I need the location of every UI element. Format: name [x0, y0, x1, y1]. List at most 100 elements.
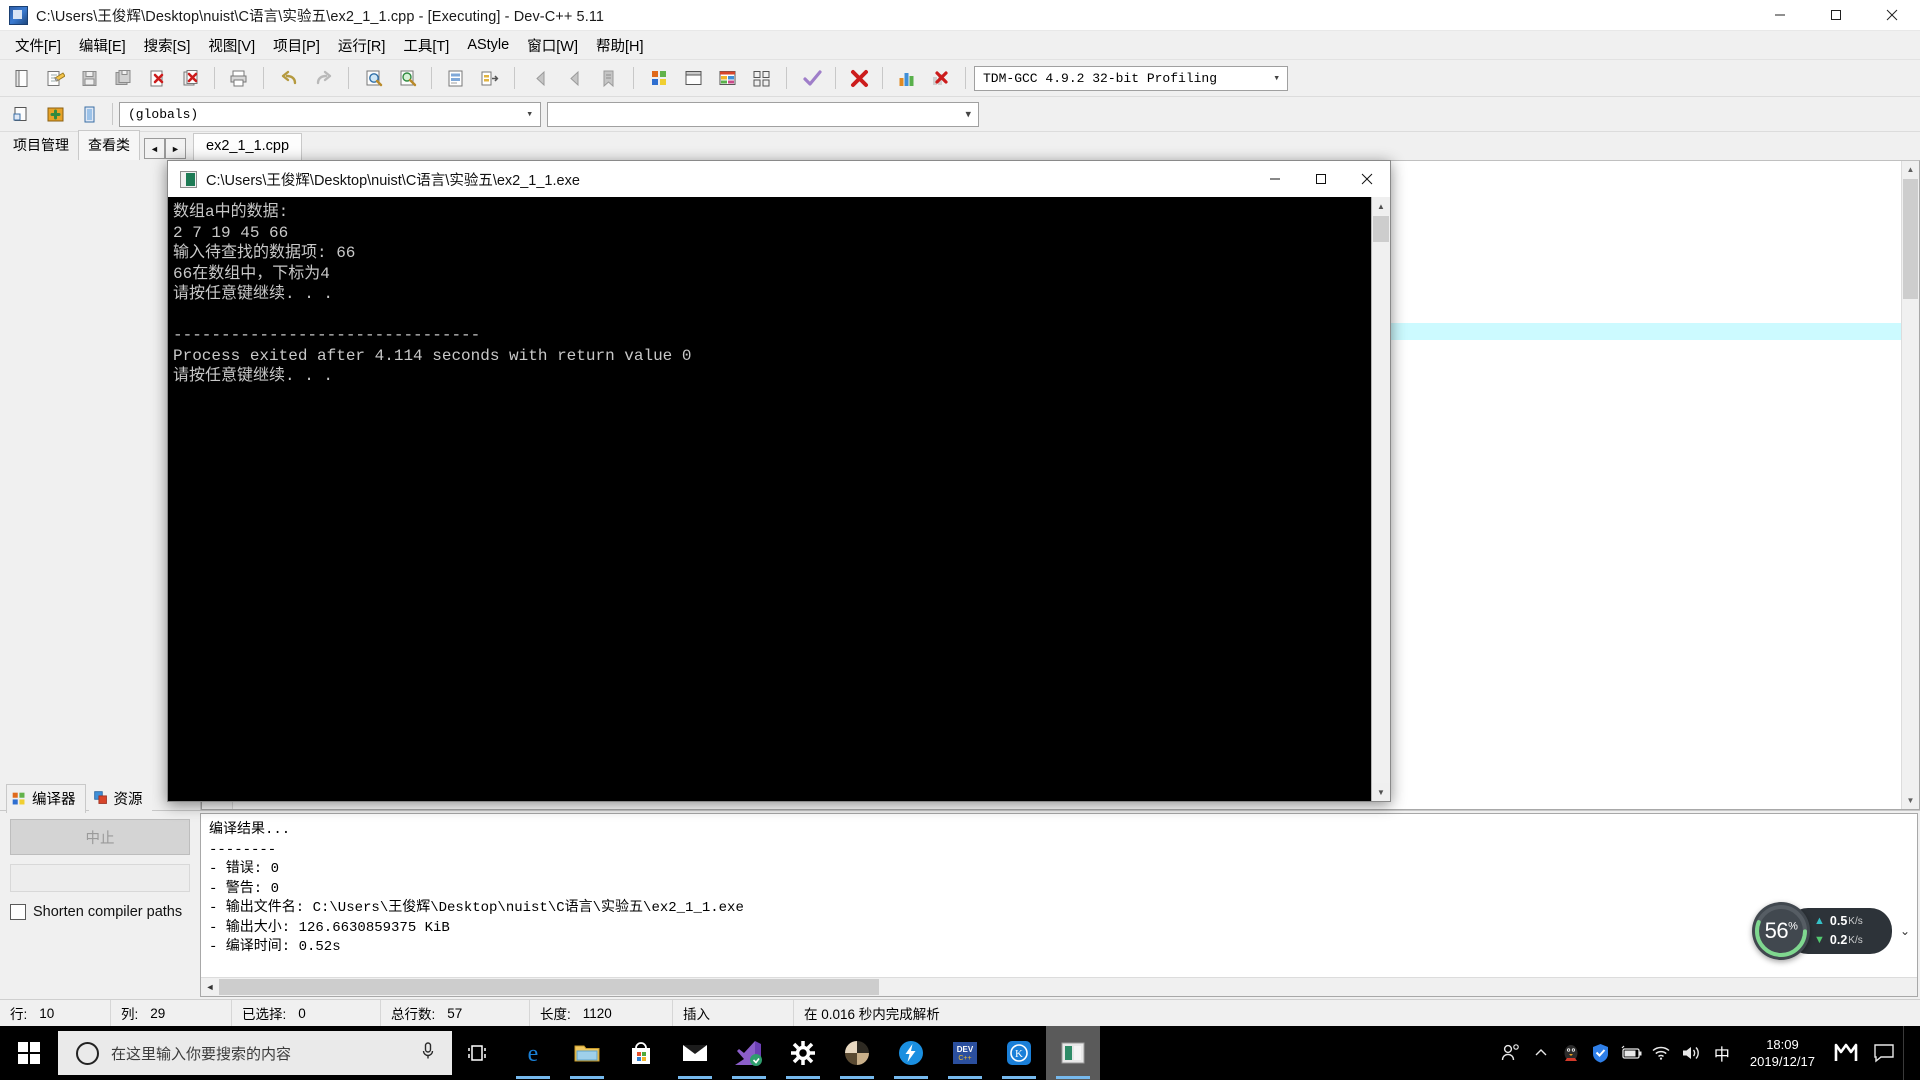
log-scroll-track[interactable] — [219, 978, 1917, 996]
action-center-icon[interactable] — [1865, 1026, 1903, 1080]
menu-astyle[interactable]: AStyle — [458, 34, 518, 56]
log-horizontal-scrollbar[interactable]: ◄ — [201, 977, 1917, 996]
maximize-button[interactable] — [1808, 0, 1864, 30]
menu-edit[interactable]: 编辑[E] — [70, 32, 135, 59]
remove-from-project-icon[interactable] — [73, 99, 105, 129]
add-to-project-icon[interactable] — [39, 99, 71, 129]
scroll-down-icon[interactable]: ▼ — [1902, 792, 1919, 809]
taskbar-file-explorer-icon[interactable] — [560, 1026, 614, 1080]
back-icon[interactable] — [524, 63, 556, 93]
console-scroll-down-icon[interactable]: ▼ — [1372, 783, 1390, 801]
scope-select[interactable]: (globals) ▾ — [119, 101, 541, 127]
compile-check-icon[interactable] — [796, 63, 828, 93]
compiler-select[interactable]: TDM-GCC 4.9.2 32-bit Profiling ▾ — [974, 65, 1288, 91]
console-body[interactable]: 数组a中的数据: 2 7 19 45 66 输入待查找的数据项: 66 66在数… — [168, 197, 1390, 801]
undo-icon[interactable] — [273, 63, 305, 93]
tile-layout-icon[interactable] — [745, 63, 777, 93]
shorten-paths-checkbox[interactable] — [10, 904, 26, 920]
battery-icon[interactable] — [1616, 1026, 1646, 1080]
network-speed-widget[interactable]: ▲ 0.5 K/s ▼ 0.2 K/s 56% ⌄ — [1752, 902, 1910, 960]
shorten-paths-row[interactable]: Shorten compiler paths — [10, 904, 190, 920]
forward-icon[interactable] — [558, 63, 590, 93]
log-scroll-thumb[interactable] — [219, 979, 879, 995]
maxthon-icon[interactable] — [1827, 1026, 1865, 1080]
taskbar-kingsoft-icon[interactable]: K — [992, 1026, 1046, 1080]
taskbar-photo-app-icon[interactable] — [830, 1026, 884, 1080]
print-icon[interactable] — [222, 63, 254, 93]
editor-vertical-scrollbar[interactable]: ▲ ▼ — [1901, 161, 1919, 809]
new-project-icon[interactable] — [643, 63, 675, 93]
taskbar-search-box[interactable]: 在这里输入你要搜索的内容 — [58, 1031, 452, 1075]
task-view-button[interactable] — [452, 1026, 506, 1080]
close-all-icon[interactable] — [175, 63, 207, 93]
find-icon[interactable] — [358, 63, 390, 93]
taskbar-microsoft-store-icon[interactable] — [614, 1026, 668, 1080]
menu-help[interactable]: 帮助[H] — [587, 32, 653, 59]
taskbar-mail-icon[interactable] — [668, 1026, 722, 1080]
volume-icon[interactable] — [1676, 1026, 1706, 1080]
taskbar-devcpp-icon[interactable]: DEV C++ — [938, 1026, 992, 1080]
console-scrollbar[interactable]: ▲ ▼ — [1371, 197, 1390, 801]
goto-function-icon[interactable] — [473, 63, 505, 93]
menu-run[interactable]: 运行[R] — [329, 32, 395, 59]
symbol-select[interactable]: ▾ — [547, 101, 979, 127]
console-scroll-up-icon[interactable]: ▲ — [1372, 197, 1390, 215]
console-scroll-thumb[interactable] — [1373, 216, 1389, 242]
replace-icon[interactable] — [392, 63, 424, 93]
profile-chart-icon[interactable] — [890, 63, 922, 93]
taskbar-settings-icon[interactable] — [776, 1026, 830, 1080]
console-maximize-button[interactable] — [1298, 161, 1344, 197]
save-all-icon[interactable] — [107, 63, 139, 93]
wifi-icon[interactable] — [1646, 1026, 1676, 1080]
close-button[interactable] — [1864, 0, 1920, 30]
console-close-button[interactable] — [1344, 161, 1390, 197]
start-button[interactable] — [0, 1026, 58, 1080]
save-file-icon[interactable] — [73, 63, 105, 93]
insert-snippet-icon[interactable] — [5, 99, 37, 129]
taskbar-console-window-icon[interactable] — [1046, 1026, 1100, 1080]
redo-icon[interactable] — [307, 63, 339, 93]
qq-penguin-icon[interactable] — [1556, 1026, 1586, 1080]
tab-scroll-left-icon[interactable]: ◄ — [144, 138, 165, 159]
taskbar-edge-icon[interactable]: e — [506, 1026, 560, 1080]
console-minimize-button[interactable] — [1252, 161, 1298, 197]
window-layout-icon[interactable] — [677, 63, 709, 93]
menu-window[interactable]: 窗口[W] — [518, 32, 587, 59]
log-tab-compiler[interactable]: 编译器 — [6, 784, 86, 813]
color-layout-icon[interactable] — [711, 63, 743, 93]
compile-log-output[interactable]: 编译结果... -------- - 错误: 0 - 警告: 0 - 输出文件名… — [200, 813, 1918, 997]
bookmark-icon[interactable] — [592, 63, 624, 93]
tab-scroll-right-icon[interactable]: ► — [165, 138, 186, 159]
menu-project[interactable]: 项目[P] — [264, 32, 329, 59]
log-tab-resource[interactable]: 资源 — [88, 784, 152, 813]
close-file-icon[interactable] — [141, 63, 173, 93]
delete-profile-icon[interactable] — [924, 63, 956, 93]
security-shield-icon[interactable] — [1586, 1026, 1616, 1080]
scroll-up-icon[interactable]: ▲ — [1902, 161, 1919, 178]
microphone-icon[interactable] — [420, 1041, 436, 1066]
console-window[interactable]: C:\Users\王俊辉\Desktop\nuist\C语言\实验五\ex2_1… — [167, 160, 1391, 802]
new-file-icon[interactable] — [5, 63, 37, 93]
menu-view[interactable]: 视图[V] — [199, 32, 264, 59]
show-desktop-button[interactable] — [1903, 1026, 1914, 1080]
menu-search[interactable]: 搜索[S] — [135, 32, 200, 59]
menu-tools[interactable]: 工具[T] — [394, 32, 458, 59]
cpu-usage-ring[interactable]: 56% — [1752, 902, 1810, 960]
menu-file[interactable]: 文件[F] — [6, 32, 70, 59]
editor-scroll-thumb[interactable] — [1903, 179, 1918, 299]
tab-project-manager[interactable]: 项目管理 — [4, 131, 78, 160]
tab-class-browser[interactable]: 查看类 — [78, 130, 140, 160]
tray-expand-icon[interactable] — [1526, 1026, 1556, 1080]
abort-button[interactable]: 中止 — [10, 819, 190, 855]
people-icon[interactable] — [1496, 1026, 1526, 1080]
minimize-button[interactable] — [1752, 0, 1808, 30]
taskbar-clock[interactable]: 18:09 2019/12/17 — [1738, 1026, 1827, 1080]
open-file-icon[interactable] — [39, 63, 71, 93]
ime-indicator[interactable]: 中 — [1706, 1041, 1738, 1065]
taskbar-visual-studio-icon[interactable] — [722, 1026, 776, 1080]
scroll-left-icon[interactable]: ◄ — [201, 978, 219, 996]
editor-tab-ex2_1_1[interactable]: ex2_1_1.cpp — [193, 133, 303, 160]
goto-line-icon[interactable] — [439, 63, 471, 93]
stop-execution-icon[interactable] — [843, 63, 875, 93]
taskbar-thunder-download-icon[interactable] — [884, 1026, 938, 1080]
